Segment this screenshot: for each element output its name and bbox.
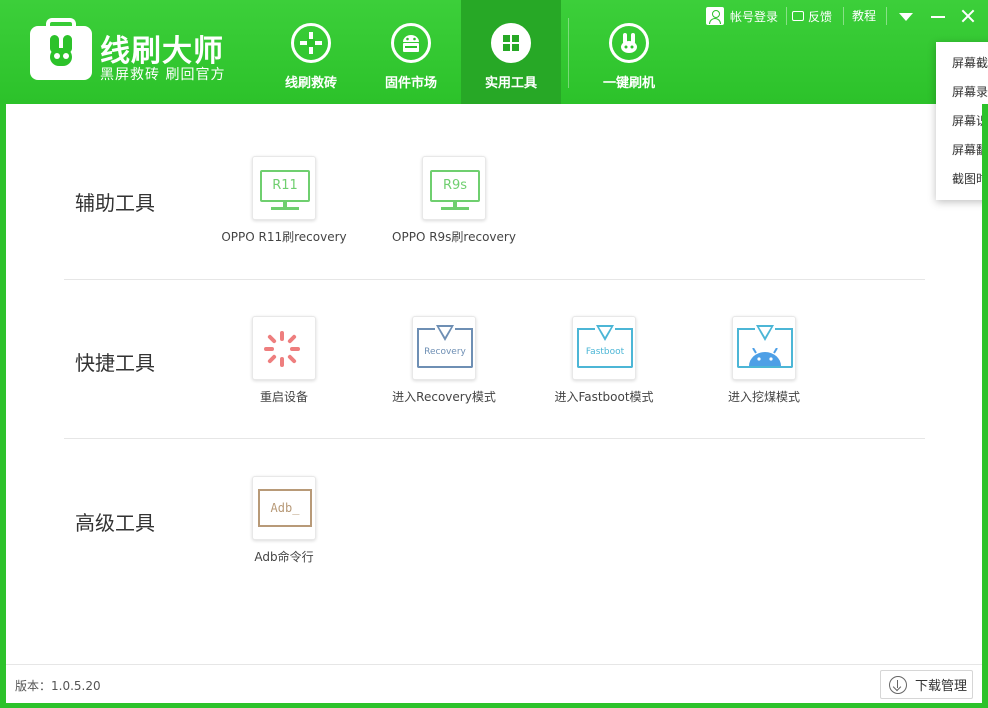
restart-spinner-icon [252, 316, 316, 380]
tool-label: 进入挖煤模式 [727, 390, 800, 404]
download-manager-button[interactable]: 下载管理 [880, 670, 973, 699]
tab-label: 线刷救砖 [284, 76, 337, 91]
section-divider [64, 279, 925, 280]
app-logo [30, 18, 92, 80]
window-border-right [982, 104, 988, 708]
titlebar-separator [886, 7, 887, 25]
footer-divider [6, 664, 982, 665]
adb-icon-text: Adb_ [258, 489, 312, 527]
tool-oppo-r11-recovery[interactable]: R11 OPPO R11刷recovery [194, 156, 374, 245]
window-border-bottom [0, 703, 988, 708]
section-divider [64, 438, 925, 439]
tool-adb-command-line[interactable]: Adb_ Adb命令行 [194, 476, 374, 565]
feedback-button[interactable]: 反馈 [792, 6, 832, 26]
close-button[interactable] [956, 4, 980, 28]
brand-slogan: 黑屏救砖 刷回官方 [100, 67, 226, 83]
dropdown-menu: 屏幕截 屏幕录 屏幕识 屏幕翻 截图时 [936, 42, 988, 200]
account-login-button[interactable]: 帐号登录 [706, 6, 778, 26]
tool-label: Adb命令行 [254, 550, 314, 564]
feedback-label: 反馈 [808, 9, 833, 24]
titlebar-separator [843, 7, 844, 25]
nav-divider [568, 18, 569, 88]
download-manager-label: 下载管理 [915, 679, 968, 694]
tool-enter-recovery[interactable]: Recovery 进入Recovery模式 [354, 316, 534, 405]
tab-firmware-market[interactable]: 固件市场 [361, 0, 461, 104]
version-label: 版本：1.0.5.20 [15, 679, 101, 693]
monitor-icon: R9s [422, 156, 486, 220]
menu-item-screenshot[interactable]: 屏幕截 [952, 54, 988, 71]
monitor-icon: R11 [252, 156, 316, 220]
fastboot-icon-text: Fastboot [585, 347, 625, 357]
windows-grid-icon [491, 23, 531, 63]
terminal-icon: Adb_ [252, 476, 316, 540]
tool-restart-device[interactable]: 重启设备 [194, 316, 374, 405]
recovery-icon: Recovery [412, 316, 476, 380]
tab-label: 固件市场 [384, 76, 437, 91]
tool-label: 进入Fastboot模式 [554, 390, 654, 404]
tool-label: OPPO R11刷recovery [221, 230, 347, 244]
user-icon [706, 7, 724, 25]
tab-flash-rescue[interactable]: 线刷救砖 [261, 0, 361, 104]
tool-oppo-r9s-recovery[interactable]: R9s OPPO R9s刷recovery [364, 156, 544, 245]
android-mining-icon [732, 316, 796, 380]
rabbit-icon [609, 23, 649, 63]
tab-utility-tools[interactable]: 实用工具 [461, 0, 561, 104]
download-icon [889, 675, 907, 694]
tool-enter-fastboot[interactable]: Fastboot 进入Fastboot模式 [514, 316, 694, 405]
tab-label: 实用工具 [484, 76, 537, 91]
tab-label: 一键刷机 [602, 76, 655, 91]
section-title-auxiliary: 辅助工具 [75, 191, 155, 215]
app-header: 线刷大师 黑屏救砖 刷回官方 线刷救砖 固件市场 实用工具 一键刷机 帐号登录 … [0, 0, 988, 104]
tool-label: 进入Recovery模式 [392, 390, 496, 404]
tool-enter-mining-mode[interactable]: 进入挖煤模式 [674, 316, 854, 405]
menu-dropdown-button[interactable] [894, 4, 918, 28]
recovery-icon-text: Recovery [424, 347, 466, 357]
titlebar-separator [786, 7, 787, 25]
cross-move-icon [291, 23, 331, 63]
monitor-screen: R9s [430, 170, 480, 202]
monitor-screen: R11 [260, 170, 310, 202]
android-icon [749, 348, 781, 366]
tab-one-click-flash[interactable]: 一键刷机 [579, 0, 679, 104]
minimize-button[interactable] [926, 4, 950, 28]
chat-icon [792, 11, 804, 21]
window-border-left [0, 104, 6, 708]
section-title-advanced: 高级工具 [75, 511, 155, 535]
tool-label: 重启设备 [259, 390, 308, 404]
tool-label: OPPO R9s刷recovery [392, 230, 516, 244]
login-label: 帐号登录 [730, 9, 779, 24]
android-icon [391, 23, 431, 63]
section-title-shortcuts: 快捷工具 [75, 351, 155, 375]
fastboot-icon: Fastboot [572, 316, 636, 380]
menu-item-screen-record[interactable]: 屏幕录 [952, 83, 988, 100]
tutorial-button[interactable]: 教程 [852, 6, 876, 26]
